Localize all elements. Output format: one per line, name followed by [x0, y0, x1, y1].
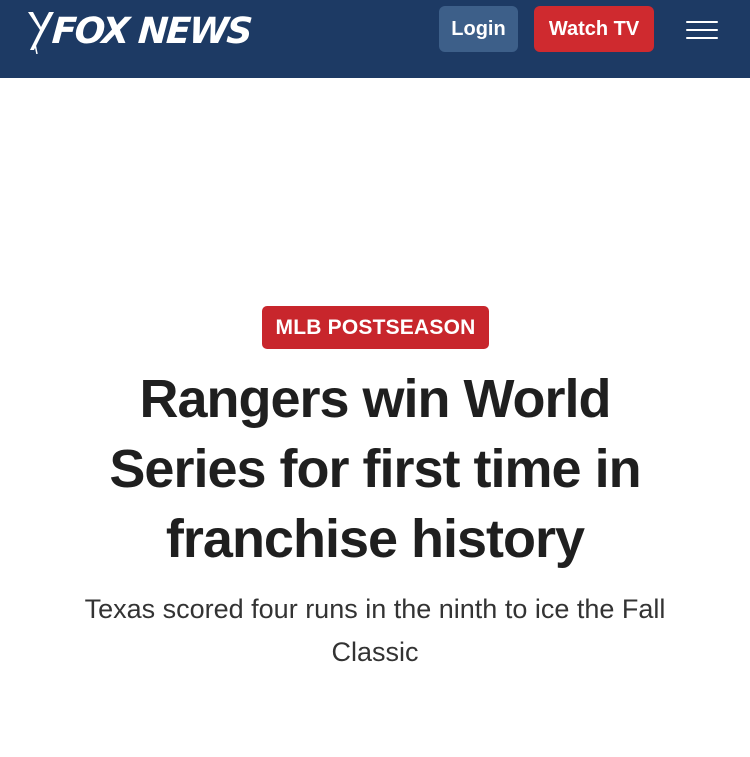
category-badge[interactable]: MLB POSTSEASON — [262, 306, 489, 349]
article-subheadline: Texas scored four runs in the ninth to i… — [84, 594, 666, 667]
article-headline: Rangers win World Series for first time … — [109, 369, 641, 569]
menu-line — [686, 29, 718, 31]
fox-news-logo[interactable]: FOX NEWS — [24, 10, 253, 54]
site-header: FOX NEWS Login Watch TV — [0, 0, 750, 78]
menu-line — [686, 21, 718, 23]
menu-line — [686, 37, 718, 39]
logo-text: FOX NEWS — [50, 11, 253, 52]
watch-tv-button[interactable]: Watch TV — [534, 6, 654, 52]
hamburger-menu-icon[interactable] — [684, 18, 720, 42]
login-button[interactable]: Login — [439, 6, 518, 52]
